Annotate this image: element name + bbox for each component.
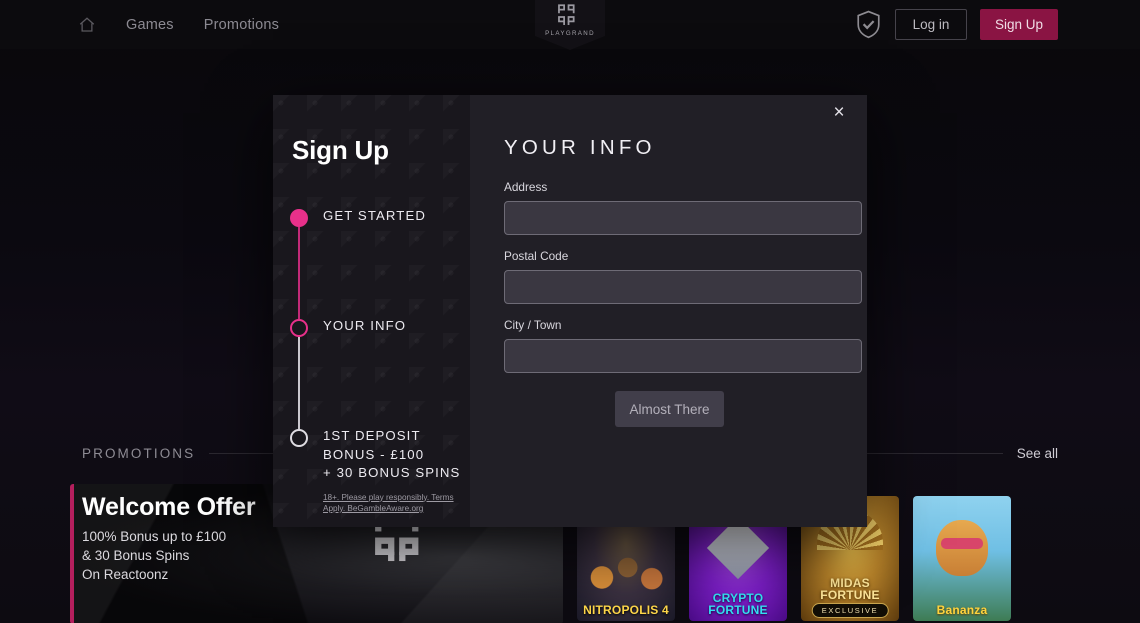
- step-dot-done-icon: [290, 209, 308, 227]
- signup-modal: Sign Up GET STARTED YOUR INFO 1ST DEPOSI…: [273, 95, 867, 527]
- exclusive-badge: EXCLUSIVE: [811, 603, 889, 618]
- modal-form-panel: × YOUR INFO Address Postal Code City / T…: [470, 95, 867, 527]
- game-art: [583, 539, 669, 601]
- signup-stepper: GET STARTED YOUR INFO 1ST DEPOSIT BONUS …: [285, 207, 465, 515]
- offer-line-3: On Reactoonz: [82, 567, 169, 582]
- page-root: Games Promotions PLAYGRAND Log in Sign U…: [0, 0, 1140, 623]
- nav-link-games[interactable]: Games: [126, 17, 174, 33]
- field-city-town: City / Town: [504, 318, 862, 373]
- game-tile-bananza[interactable]: Bananza: [913, 496, 1011, 621]
- submit-row: Almost There: [504, 391, 835, 427]
- signup-button[interactable]: Sign Up: [980, 9, 1058, 40]
- primary-nav: Games Promotions: [0, 16, 279, 34]
- close-icon[interactable]: ×: [825, 98, 853, 126]
- postal-code-input[interactable]: [504, 270, 862, 304]
- logo-text: PLAYGRAND: [545, 30, 595, 37]
- site-logo[interactable]: PLAYGRAND: [535, 0, 605, 50]
- field-label: Address: [504, 180, 548, 194]
- responsible-gambling-disclaimer[interactable]: 18+. Please play responsibly. Terms Appl…: [323, 492, 463, 515]
- field-postal-code: Postal Code: [504, 249, 862, 304]
- field-label: City / Town: [504, 318, 562, 332]
- site-header: Games Promotions PLAYGRAND Log in Sign U…: [0, 0, 1140, 50]
- field-address: Address: [504, 180, 862, 235]
- see-all-link[interactable]: See all: [1017, 446, 1058, 461]
- offer-line-1: 100% Bonus up to £100: [82, 529, 227, 544]
- step-dot-current-icon: [290, 319, 308, 337]
- form-heading: YOUR INFO: [504, 136, 656, 159]
- field-label: Postal Code: [504, 249, 569, 263]
- offer-accent-bar: [70, 484, 74, 623]
- game-title: MIDAS FORTUNE: [820, 576, 880, 602]
- offer-line-2: & 30 Bonus Spins: [82, 548, 190, 563]
- step-dot-future-icon: [290, 429, 308, 447]
- shield-check-icon[interactable]: [855, 10, 882, 39]
- game-title: NITROPOLIS 4: [583, 603, 669, 617]
- offer-text: Welcome Offer 100% Bonus up to £100 & 30…: [82, 493, 256, 584]
- address-input[interactable]: [504, 201, 862, 235]
- step-label: GET STARTED: [323, 208, 426, 223]
- login-button[interactable]: Log in: [895, 9, 967, 40]
- header-actions: Log in Sign Up: [855, 0, 1058, 49]
- almost-there-button[interactable]: Almost There: [615, 391, 724, 427]
- step-connector: [298, 227, 300, 319]
- game-title: Bananza: [936, 603, 988, 617]
- city-town-input[interactable]: [504, 339, 862, 373]
- step-get-started[interactable]: GET STARTED: [285, 207, 465, 319]
- modal-title: Sign Up: [292, 135, 389, 165]
- nav-link-promotions[interactable]: Promotions: [204, 17, 279, 33]
- home-icon[interactable]: [78, 16, 96, 34]
- game-art: [936, 520, 988, 576]
- step-your-info[interactable]: YOUR INFO: [285, 317, 465, 429]
- step-first-deposit-bonus[interactable]: 1ST DEPOSIT BONUS - £100 + 30 BONUS SPIN…: [285, 427, 465, 515]
- step-connector: [298, 337, 300, 429]
- offer-title: Welcome Offer: [82, 493, 256, 521]
- playgrand-monogram-icon: [558, 4, 575, 26]
- step-label: 1ST DEPOSIT BONUS - £100 + 30 BONUS SPIN…: [323, 428, 461, 480]
- game-title: CRYPTO FORTUNE: [708, 591, 768, 617]
- modal-stepper-panel: Sign Up GET STARTED YOUR INFO 1ST DEPOSI…: [273, 95, 470, 527]
- promotions-title: PROMOTIONS: [82, 445, 196, 461]
- step-label: YOUR INFO: [323, 318, 407, 333]
